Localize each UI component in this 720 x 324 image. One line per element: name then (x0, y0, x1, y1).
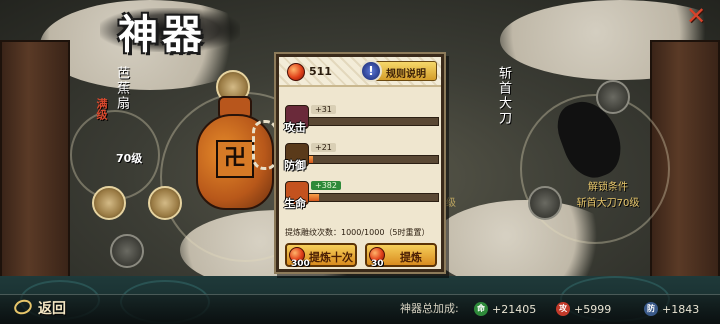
rules-button[interactable]: ! 规则说明 (360, 60, 437, 82)
info-icon: ! (360, 60, 382, 82)
hp-stat-icon: 命 (474, 302, 488, 316)
defense-bonus-value: +1843 (662, 303, 700, 316)
close-icon[interactable]: ✕ (680, 4, 712, 28)
artifact-node[interactable] (92, 186, 126, 220)
stat-bar (305, 155, 439, 164)
artifact-node-locked[interactable] (110, 234, 144, 268)
panel-header: 511 ! 规则说明 (279, 57, 441, 87)
stat-row-attack: +31 攻击 (284, 105, 439, 139)
gem-icon (287, 63, 305, 81)
page-title: 神器 (118, 11, 206, 58)
back-button[interactable]: 返回 (12, 297, 84, 318)
back-label: 返回 (38, 301, 66, 317)
stat-row-defense: +21 防御 (284, 143, 439, 177)
attack-bonus-value: +5999 (574, 303, 612, 316)
stat-bar (305, 117, 439, 126)
attack-stat-icon: 攻 (556, 302, 570, 316)
right-artifact-name: 斩首大刀 (496, 66, 511, 126)
refine-once-label: 提炼 (400, 251, 422, 264)
hidden-level-hint: 级 (446, 198, 456, 209)
total-bonus-label: 神器总加成: (400, 302, 459, 315)
stat-gain: +21 (311, 143, 336, 152)
refine-once-cost: 30 (371, 259, 384, 269)
unlock-desc: 斩首大刀70级 (576, 198, 640, 209)
defense-stat-icon: 防 (644, 302, 658, 316)
stat-row-hp: +382 生命 (284, 181, 439, 215)
stat-label: 攻击 (284, 121, 306, 134)
refine-ten-button[interactable]: 300 提炼十次 (285, 243, 357, 269)
refine-ten-label: 提炼十次 (309, 251, 353, 264)
rules-label: 规则说明 (386, 69, 426, 80)
refine-count-text: 提炼雕纹次数：1000/1000（5时重置） (285, 228, 430, 237)
gem-count: 511 (309, 65, 332, 78)
unlock-title: 解锁条件 (588, 182, 628, 193)
back-arrow-icon (12, 297, 34, 317)
rope-decoration (252, 120, 278, 170)
stat-gain: +382 (311, 181, 341, 190)
refine-panel: 511 ! 规则说明 +31 攻击 +21 防御 +382 生命 提炼雕纹次数：… (276, 54, 444, 272)
stat-bar (305, 193, 439, 202)
hp-bonus-value: +21405 (492, 303, 537, 316)
left-artifact-name: 芭蕉扇 (114, 66, 129, 111)
stat-label: 生命 (284, 197, 306, 210)
stat-label: 防御 (284, 159, 306, 172)
left-frame (0, 40, 70, 288)
refine-once-button[interactable]: 30 提炼 (365, 243, 437, 269)
fan-artifact-image[interactable]: 卍 (196, 96, 278, 210)
stat-gain: +31 (311, 105, 336, 114)
artifact-node[interactable] (148, 186, 182, 220)
max-level-tag: 满级 (95, 98, 108, 120)
left-artifact-level: 70级 (116, 152, 143, 165)
bottom-bar: 返回 神器总加成: 命 +21405 攻 +5999 防 +1843 (0, 294, 720, 324)
unlock-condition: 解锁条件 斩首大刀70级 (548, 180, 668, 212)
jar-seal-icon: 卍 (216, 140, 254, 178)
